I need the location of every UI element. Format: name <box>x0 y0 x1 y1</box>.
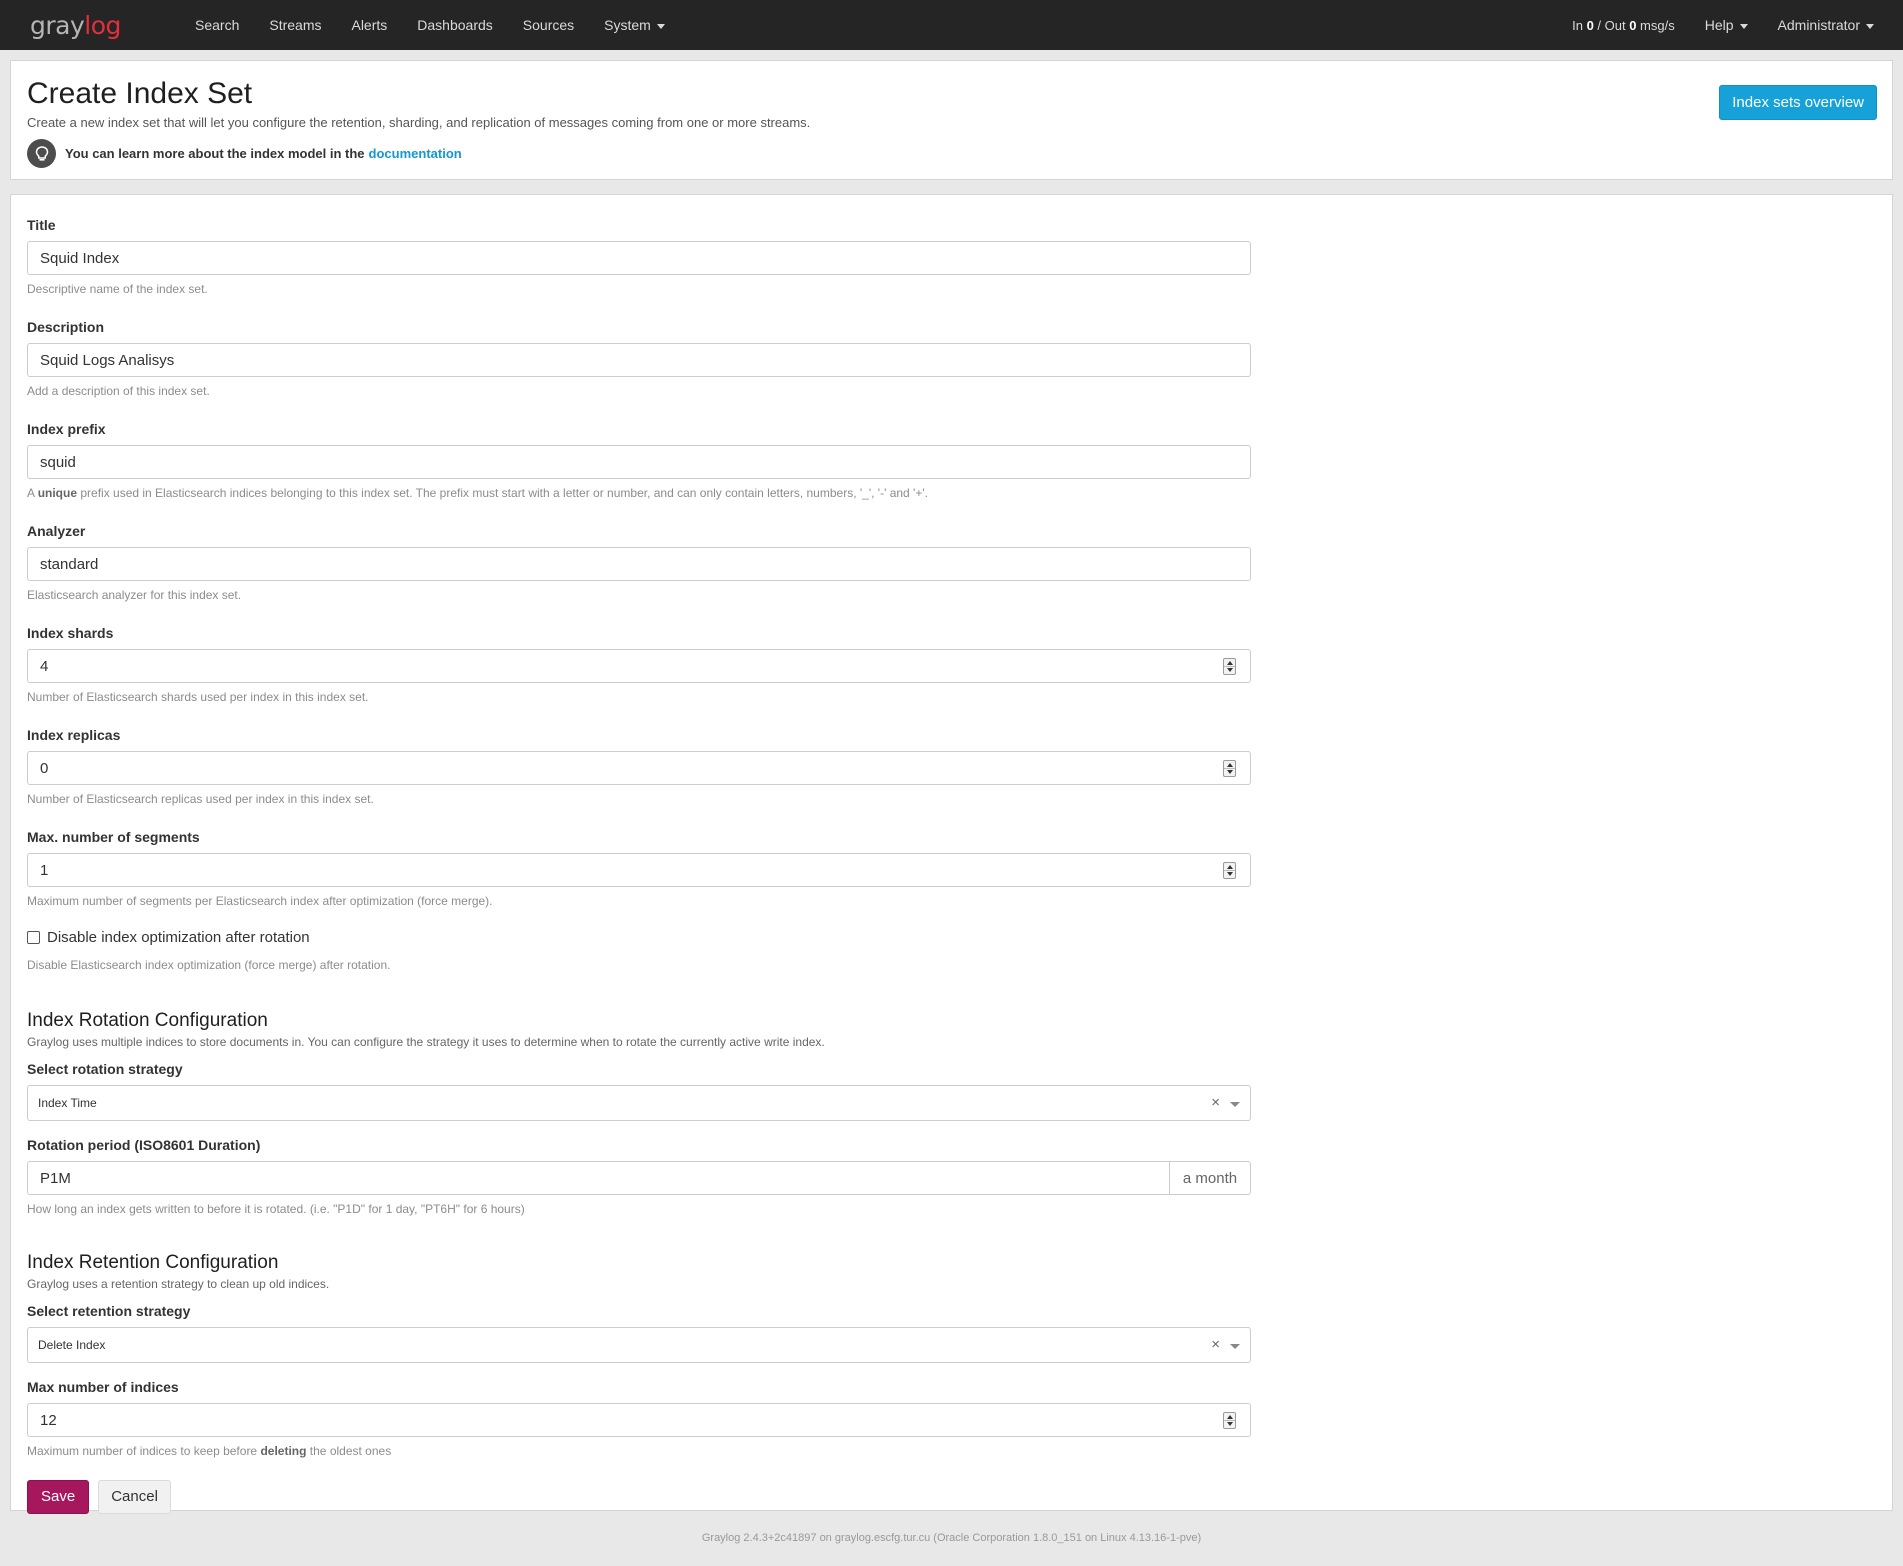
index-shards-help: Number of Elasticsearch shards used per … <box>27 690 369 704</box>
number-stepper-icon[interactable] <box>1223 862 1236 879</box>
rotation-period-label: Rotation period (ISO8601 Duration) <box>27 1137 261 1153</box>
title-help: Descriptive name of the index set. <box>27 282 208 296</box>
title-label: Title <box>27 217 56 233</box>
disable-optimization-help: Disable Elasticsearch index optimization… <box>27 958 391 972</box>
dropdown-arrow-icon[interactable] <box>1230 1102 1240 1107</box>
form-actions: Save Cancel <box>27 1480 1251 1514</box>
max-segments-label: Max. number of segments <box>27 829 200 845</box>
page-description: Create a new index set that will let you… <box>27 115 811 130</box>
cancel-button[interactable]: Cancel <box>98 1480 171 1514</box>
disable-optimization-row: Disable index optimization after rotatio… <box>27 929 1251 946</box>
number-stepper-icon[interactable] <box>1223 760 1236 777</box>
rotation-strategy-label: Select rotation strategy <box>27 1061 183 1077</box>
rotation-section-title: Index Rotation Configuration <box>27 1010 268 1031</box>
nav-right: In 0 / Out 0 msg/s Help Administrator <box>1572 0 1889 50</box>
documentation-link[interactable]: documentation <box>369 146 462 161</box>
clear-selection-icon[interactable]: × <box>1211 1336 1220 1353</box>
lightbulb-icon <box>27 139 56 168</box>
learn-more-note: You can learn more about the index model… <box>27 139 1876 168</box>
max-indices-help: Maximum number of indices to keep before… <box>27 1444 392 1458</box>
page-header: Create Index Set Create a new index set … <box>10 60 1893 180</box>
graylog-logo[interactable]: graylog <box>30 11 170 40</box>
main-nav: Search Streams Alerts Dashboards Sources… <box>180 17 680 33</box>
nav-search[interactable]: Search <box>180 17 254 33</box>
nav-sources[interactable]: Sources <box>508 17 589 33</box>
nav-help-dropdown[interactable]: Help <box>1690 17 1763 33</box>
nav-system-dropdown[interactable]: System <box>589 17 680 33</box>
rotation-period-group: P1M a month <box>27 1161 1251 1195</box>
index-replicas-input[interactable]: 0 <box>27 751 1251 785</box>
retention-section-title: Index Retention Configuration <box>27 1252 279 1273</box>
index-replicas-help: Number of Elasticsearch replicas used pe… <box>27 792 374 806</box>
rotation-period-addon: a month <box>1170 1161 1251 1195</box>
rotation-strategy-select[interactable]: Index Time × <box>27 1085 1251 1121</box>
index-shards-label: Index shards <box>27 625 114 641</box>
top-navbar: graylog Search Streams Alerts Dashboards… <box>0 0 1903 50</box>
title-input[interactable]: Squid Index <box>27 241 1251 275</box>
description-input[interactable]: Squid Logs Analisys <box>27 343 1251 377</box>
nav-alerts[interactable]: Alerts <box>336 17 402 33</box>
description-label: Description <box>27 319 105 335</box>
number-stepper-icon[interactable] <box>1223 1412 1236 1429</box>
disable-optimization-checkbox[interactable] <box>27 931 40 944</box>
nav-dashboards[interactable]: Dashboards <box>402 17 508 33</box>
number-stepper-icon[interactable] <box>1223 658 1236 675</box>
max-indices-label: Max number of indices <box>27 1379 179 1395</box>
disable-optimization-label[interactable]: Disable index optimization after rotatio… <box>47 929 310 946</box>
max-indices-input[interactable]: 12 <box>27 1403 1251 1437</box>
caret-down-icon <box>656 23 665 29</box>
retention-section-description: Graylog uses a retention strategy to cle… <box>27 1277 330 1291</box>
index-prefix-label: Index prefix <box>27 421 106 437</box>
max-segments-input[interactable]: 1 <box>27 853 1251 887</box>
footer-version-info: Graylog 2.4.3+2c41897 on graylog.escfg.t… <box>701 1532 1202 1544</box>
page-title: Create Index Set <box>27 77 253 110</box>
clear-selection-icon[interactable]: × <box>1211 1094 1220 1111</box>
throughput-indicator: In 0 / Out 0 msg/s <box>1572 17 1675 33</box>
nav-user-dropdown[interactable]: Administrator <box>1763 17 1889 33</box>
analyzer-label: Analyzer <box>27 523 86 539</box>
retention-strategy-label: Select retention strategy <box>27 1303 191 1319</box>
retention-strategy-select[interactable]: Delete Index × <box>27 1327 1251 1363</box>
description-help: Add a description of this index set. <box>27 384 210 398</box>
rotation-period-input[interactable]: P1M <box>27 1161 1170 1195</box>
analyzer-help: Elasticsearch analyzer for this index se… <box>27 588 242 602</box>
save-button[interactable]: Save <box>27 1480 90 1514</box>
max-segments-help: Maximum number of segments per Elasticse… <box>27 894 493 908</box>
nav-streams[interactable]: Streams <box>254 17 336 33</box>
index-set-form-panel: Title Squid Index Descriptive name of th… <box>10 194 1893 1514</box>
analyzer-input[interactable]: standard <box>27 547 1251 581</box>
index-prefix-input[interactable]: squid <box>27 445 1251 479</box>
caret-down-icon <box>1739 23 1748 29</box>
index-prefix-help: A unique prefix used in Elasticsearch in… <box>27 486 928 500</box>
dropdown-arrow-icon[interactable] <box>1230 1344 1240 1349</box>
index-shards-input[interactable]: 4 <box>27 649 1251 683</box>
rotation-period-help: How long an index gets written to before… <box>27 1202 525 1216</box>
rotation-section-description: Graylog uses multiple indices to store d… <box>27 1035 825 1049</box>
index-replicas-label: Index replicas <box>27 727 121 743</box>
caret-down-icon <box>1866 23 1874 29</box>
index-sets-overview-button[interactable]: Index sets overview <box>1719 85 1877 120</box>
index-set-form: Title Squid Index Descriptive name of th… <box>27 217 1251 1514</box>
